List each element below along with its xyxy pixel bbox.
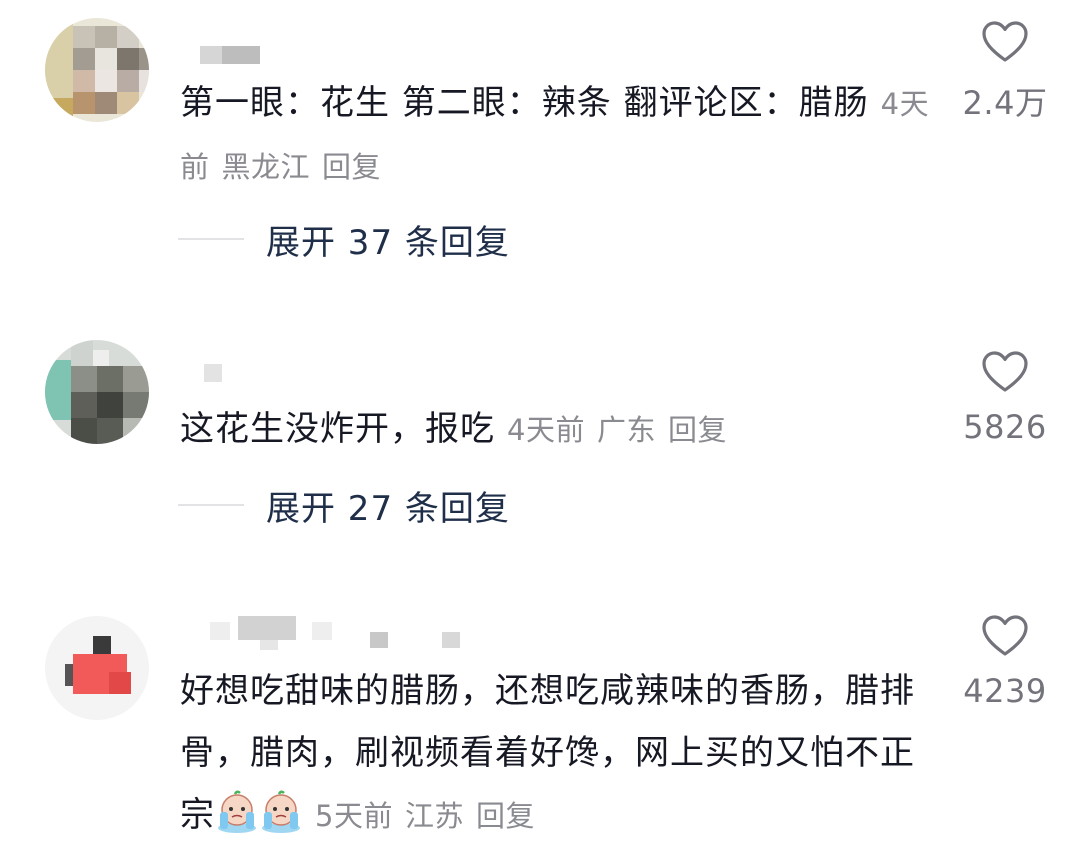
heart-outline-icon [982,615,1028,656]
crying-face-emoji [262,790,300,833]
expand-replies-label: 展开 27 条回复 [266,488,510,529]
avatar[interactable] [45,616,149,720]
like-count: 5826 [963,408,1047,446]
like-count: 2.4万 [962,84,1048,122]
username[interactable] [180,364,240,386]
expand-replies-label: 展开 37 条回复 [266,222,510,263]
avatar[interactable] [45,18,149,122]
comment-meta: 4天前 广东 回复 [495,413,727,447]
heart-outline-icon [982,21,1028,62]
comment-text: 好想吃甜味的腊肠，还想吃咸辣味的香肠，腊排骨，腊肉，刷视频看着好馋，网上买的又怕… [180,660,930,847]
comment-meta: 5天前 江苏 回复 [303,799,535,833]
reply-button[interactable]: 回复 [322,150,381,184]
comment-location: 黑龙江 [221,150,311,184]
expand-replies-button[interactable]: 展开 27 条回复 [178,480,510,530]
comment-time: 5天前 [315,799,393,833]
expand-divider [178,504,244,506]
like-button[interactable]: 4239 [960,614,1050,710]
comment-body: 这花生没炸开，报吃 [180,409,495,449]
username[interactable] [180,46,270,68]
like-button[interactable]: 2.4万 [960,20,1050,124]
heart-outline-icon [982,351,1028,392]
expand-divider [178,238,244,240]
reply-button[interactable]: 回复 [668,413,727,447]
reply-button[interactable]: 回复 [476,799,535,833]
comment-text: 第一眼：花生 第二眼：辣条 翻评论区：腊肠 4天前 黑龙江 回复 [180,72,940,198]
comment-text: 这花生没炸开，报吃 4天前 广东 回复 [180,398,940,461]
like-button[interactable]: 5826 [960,350,1050,446]
comment-location: 江苏 [404,799,464,833]
comment-location: 广东 [596,413,656,447]
crying-face-emoji [218,790,256,833]
comment-item: 好想吃甜味的腊肠，还想吃咸辣味的香肠，腊排骨，腊肉，刷视频看着好馋，网上买的又怕… [0,600,1080,858]
expand-replies-button[interactable]: 展开 37 条回复 [178,214,510,264]
username[interactable] [180,616,480,650]
avatar[interactable] [45,340,149,444]
comment-item: 第一眼：花生 第二眼：辣条 翻评论区：腊肠 4天前 黑龙江 回复 2.4万 展开 37… [0,0,1080,290]
comment-body: 第一眼：花生 第二眼：辣条 翻评论区：腊肠 [180,83,869,123]
comment-time: 4天前 [507,413,585,447]
comment-item: 这花生没炸开，报吃 4天前 广东 回复 5826 展开 27 条回复 [0,330,1080,550]
like-count: 4239 [963,672,1047,710]
